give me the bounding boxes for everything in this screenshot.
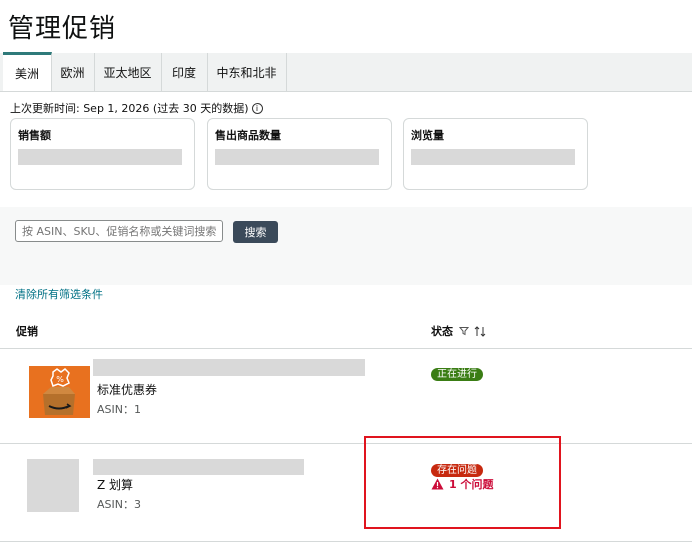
column-header-label: 状态	[431, 325, 453, 338]
filter-icon[interactable]	[459, 326, 469, 336]
promotion-name[interactable]: 标准优惠券	[97, 381, 157, 398]
info-icon[interactable]: i	[251, 103, 263, 114]
coupon-box-icon: %	[29, 366, 90, 418]
search-input[interactable]	[15, 220, 223, 242]
metric-label: 浏览量	[411, 129, 444, 142]
filter-section	[0, 207, 692, 285]
promotion-asin: ASIN：1	[97, 403, 141, 416]
last-updated: 上次更新时间: Sep 1, 2026 (过去 30 天的数据) i	[10, 100, 263, 116]
tab-label: 印度	[171, 65, 196, 80]
metric-label: 销售额	[18, 129, 51, 142]
tab-label: 亚太地区	[103, 65, 152, 80]
tab-label: 美洲	[14, 66, 39, 81]
page-title: 管理促销	[8, 14, 117, 44]
svg-text:%: %	[56, 375, 64, 384]
search-button[interactable]: 搜索	[233, 221, 278, 243]
metric-card-sales: 销售额	[10, 118, 195, 190]
sort-icon[interactable]	[474, 325, 486, 337]
metric-value-placeholder	[18, 149, 182, 165]
header-divider	[0, 348, 692, 349]
row-divider	[0, 443, 692, 444]
tab-mena[interactable]: 中东和北非	[207, 53, 287, 91]
status-badge: 正在进行	[431, 362, 483, 381]
promotion-name[interactable]: Z 划算	[97, 476, 133, 493]
row-divider	[0, 541, 692, 542]
promotion-thumbnail-coupon: %	[29, 366, 90, 418]
metric-label: 售出商品数量	[215, 129, 281, 142]
tab-europe[interactable]: 欧洲	[51, 53, 95, 91]
tab-label: 欧洲	[60, 65, 85, 80]
promotion-title-placeholder	[93, 359, 365, 376]
tab-label: 中东和北非	[216, 65, 277, 80]
clear-filters-link[interactable]: 清除所有筛选条件	[15, 286, 103, 302]
tab-india[interactable]: 印度	[161, 53, 208, 91]
metric-card-units: 售出商品数量	[207, 118, 392, 190]
tab-americas[interactable]: 美洲	[3, 52, 52, 91]
metric-card-views: 浏览量	[403, 118, 588, 190]
last-updated-text: 上次更新时间: Sep 1, 2026 (过去 30 天的数据)	[10, 102, 249, 115]
metric-value-placeholder	[215, 149, 379, 165]
promotion-asin: ASIN：3	[97, 498, 141, 511]
status-badge-active: 正在进行	[431, 368, 483, 381]
metric-value-placeholder	[411, 149, 575, 165]
column-header-promotion: 促销	[16, 325, 38, 338]
region-tabbar: 美洲 欧洲 亚太地区 印度 中东和北非	[0, 52, 692, 92]
promotion-title-placeholder	[93, 459, 304, 475]
promotion-thumbnail-placeholder	[27, 459, 79, 512]
issue-highlight-box	[364, 436, 561, 529]
column-header-status: 状态	[431, 323, 486, 339]
tab-asia-pacific[interactable]: 亚太地区	[94, 53, 162, 91]
